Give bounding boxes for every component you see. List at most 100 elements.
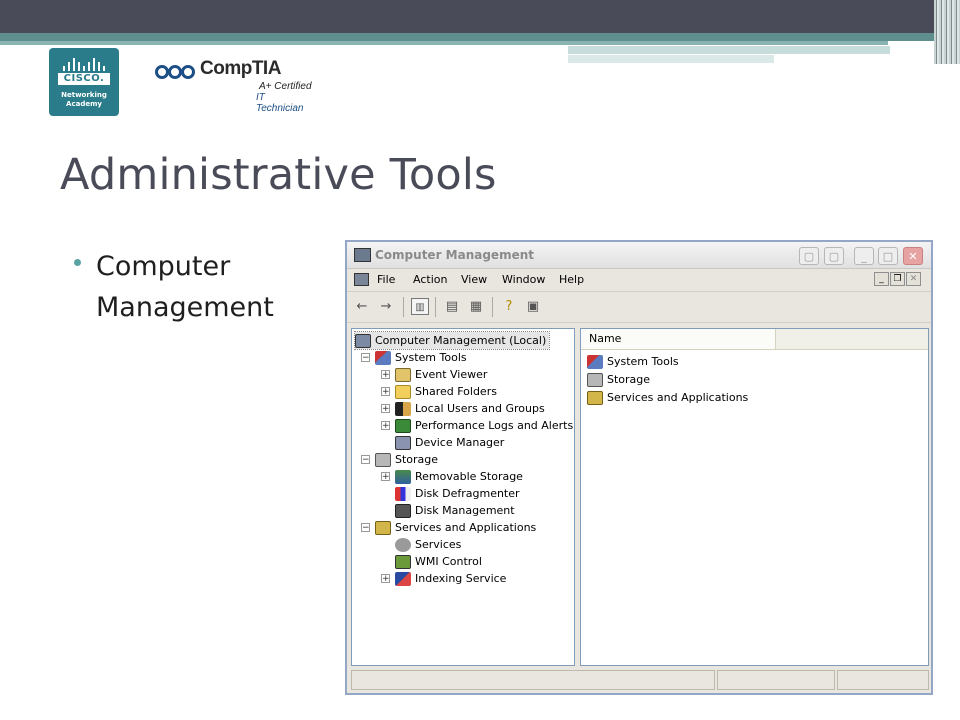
tree-item-disk-management[interactable]: Disk Management: [395, 502, 515, 519]
expand-toggle[interactable]: +: [381, 370, 390, 380]
properties-icon[interactable]: ▤: [443, 298, 461, 315]
comptia-certified-label: A+ Certified: [259, 81, 312, 92]
child-minimize-button[interactable]: _: [874, 272, 889, 286]
status-segment: [717, 670, 835, 690]
expand-toggle[interactable]: +: [381, 387, 390, 397]
menu-action[interactable]: Action: [413, 273, 447, 286]
cisco-bars-icon: [49, 57, 119, 71]
tree-item-system-tools[interactable]: System Tools: [375, 349, 467, 366]
wmi-icon: [395, 554, 411, 569]
tree-item-label: Event Viewer: [415, 368, 488, 381]
services-apps-icon: [587, 390, 603, 405]
expand-toggle[interactable]: +: [381, 421, 390, 431]
console-tree: Computer Management (Local) − System Too…: [351, 328, 575, 666]
export-list-icon[interactable]: ▦: [467, 298, 485, 315]
tree-item-label: WMI Control: [415, 555, 482, 568]
tree-item-services[interactable]: Services: [395, 536, 461, 553]
list-item-services-and-applications[interactable]: Services and Applications: [587, 389, 748, 406]
tree-item-storage[interactable]: Storage: [375, 451, 438, 468]
computer-management-window: Computer Management ▢ ▢ _ □ ✕ File Actio…: [345, 240, 933, 695]
computer-management-icon: [354, 248, 371, 262]
child-restore-button[interactable]: ❐: [890, 272, 905, 286]
tree-item-wmi-control[interactable]: WMI Control: [395, 553, 482, 570]
child-close-button[interactable]: ✕: [906, 272, 921, 286]
collapse-toggle[interactable]: −: [361, 353, 370, 363]
computer-icon: [355, 333, 371, 348]
users-icon: [395, 401, 411, 416]
list-item-label: System Tools: [607, 355, 679, 368]
minimize-button[interactable]: _: [854, 247, 874, 265]
collapse-toggle[interactable]: −: [361, 523, 370, 533]
tree-item-removable-storage[interactable]: Removable Storage: [395, 468, 523, 485]
removable-storage-icon: [395, 469, 411, 484]
menu-window[interactable]: Window: [502, 273, 545, 286]
tree-item-event-viewer[interactable]: Event Viewer: [395, 366, 487, 383]
slide-title: Administrative Tools: [60, 150, 497, 200]
header-bar: [0, 0, 960, 33]
expand-toggle[interactable]: +: [381, 472, 390, 482]
list-item-storage[interactable]: Storage: [587, 371, 650, 388]
defrag-icon: [395, 486, 411, 501]
tree-item-performance-logs[interactable]: Performance Logs and Alerts: [395, 417, 573, 434]
comptia-rings-icon: [155, 65, 195, 79]
toolbar-separator: [492, 297, 493, 317]
tree-item-indexing-service[interactable]: Indexing Service: [395, 570, 506, 587]
menu-file[interactable]: File: [377, 273, 395, 286]
back-arrow-icon[interactable]: ←: [353, 298, 371, 315]
window-title: Computer Management: [375, 248, 534, 262]
tree-item-computer-management[interactable]: Computer Management (Local): [353, 331, 551, 350]
tree-item-label: Computer Management (Local): [375, 334, 547, 347]
tree-item-local-users[interactable]: Local Users and Groups: [395, 400, 545, 417]
toolbar: ← → ▥ ▤ ▦ ? ▣: [347, 292, 931, 323]
tree-item-device-manager[interactable]: Device Manager: [395, 434, 504, 451]
tree-item-label: System Tools: [395, 351, 467, 364]
help-icon[interactable]: ?: [500, 298, 518, 315]
tree-item-label: Services and Applications: [395, 521, 537, 534]
column-header-name[interactable]: Name: [581, 329, 776, 349]
shared-folders-icon: [395, 384, 411, 399]
event-viewer-icon: [395, 367, 411, 382]
header-accent-bar: [0, 33, 960, 41]
content-panes: Computer Management (Local) − System Too…: [351, 328, 929, 666]
expand-toggle[interactable]: +: [381, 404, 390, 414]
header-decor-bar: [568, 55, 774, 63]
tree-item-label: Storage: [395, 453, 439, 466]
expand-toggle[interactable]: +: [381, 574, 390, 584]
show-hide-tree-icon[interactable]: ▥: [411, 298, 429, 315]
toolbar-separator: [403, 297, 404, 317]
tree-item-label: Disk Defragmenter: [415, 487, 520, 500]
indexing-icon: [395, 571, 411, 586]
collapse-toggle[interactable]: −: [361, 455, 370, 465]
disk-management-icon: [395, 503, 411, 518]
list-item-label: Services and Applications: [607, 391, 749, 404]
action-pane-icon[interactable]: ▣: [524, 298, 542, 315]
bullet-text: Computer Management: [96, 251, 274, 323]
list-item-system-tools[interactable]: System Tools: [587, 353, 679, 370]
system-tools-icon: [375, 350, 391, 365]
extra-button-1[interactable]: ▢: [799, 247, 819, 265]
tree-item-label: Performance Logs and Alerts: [415, 419, 574, 432]
status-bar: [351, 670, 929, 690]
menu-bar: File Action View Window Help _ ❐ ✕: [347, 269, 931, 292]
document-icon[interactable]: [354, 273, 369, 286]
window-titlebar[interactable]: Computer Management ▢ ▢ _ □ ✕: [347, 242, 931, 269]
tree-item-label: Shared Folders: [415, 385, 497, 398]
list-item-label: Storage: [607, 373, 651, 386]
tree-item-services-and-applications[interactable]: Services and Applications: [375, 519, 536, 536]
system-tools-icon: [587, 354, 603, 369]
tree-item-disk-defragmenter[interactable]: Disk Defragmenter: [395, 485, 520, 502]
extra-button-2[interactable]: ▢: [824, 247, 844, 265]
header-decor-bar: [568, 46, 890, 54]
toolbar-separator: [435, 297, 436, 317]
header-accent-bar-light: [0, 41, 888, 45]
cisco-wordmark: CISCO.: [58, 73, 110, 85]
close-button[interactable]: ✕: [903, 247, 923, 265]
menu-view[interactable]: View: [461, 273, 487, 286]
tree-item-shared-folders[interactable]: Shared Folders: [395, 383, 497, 400]
maximize-button[interactable]: □: [878, 247, 898, 265]
menu-help[interactable]: Help: [559, 273, 584, 286]
list-header: Name: [581, 329, 928, 350]
tree-item-label: Services: [415, 538, 462, 551]
forward-arrow-icon[interactable]: →: [377, 298, 395, 315]
cisco-networking-academy-logo: CISCO. Networking Academy: [49, 48, 119, 116]
